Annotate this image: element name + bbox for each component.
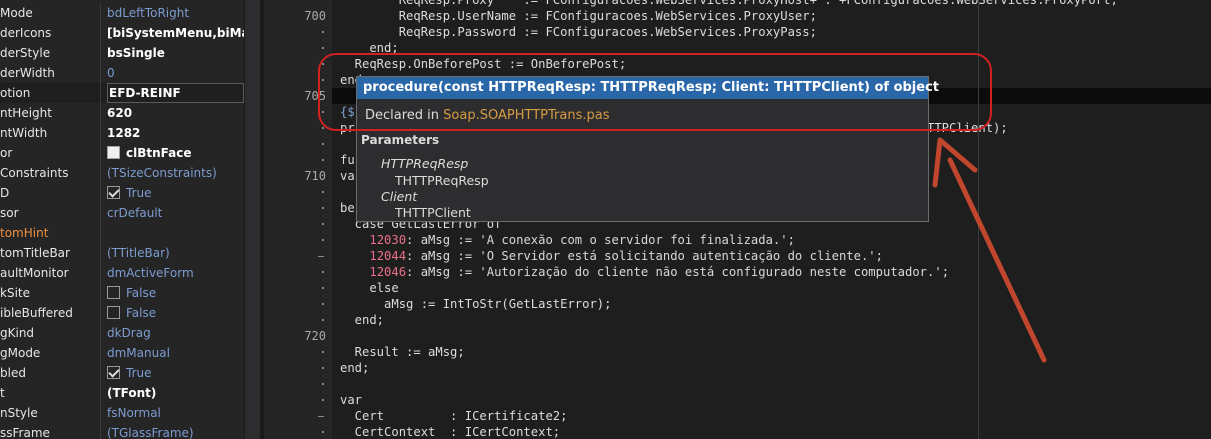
annotation-arrow xyxy=(932,137,1047,363)
